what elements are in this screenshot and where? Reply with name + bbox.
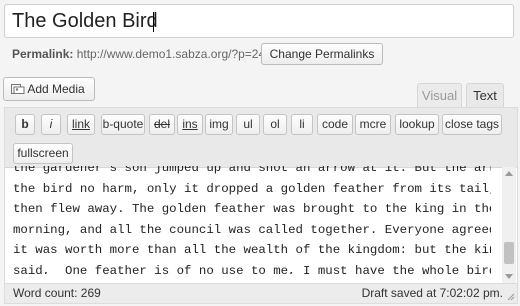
change-permalinks-button[interactable]: Change Permalinks [261, 43, 383, 65]
content-line: it was worth more than all the wealth of… [13, 243, 491, 257]
qt-close-tags-button[interactable]: close tags [442, 114, 502, 135]
add-media-label: Add Media [27, 82, 85, 96]
qt-img-button[interactable]: img [205, 114, 233, 135]
tab-text[interactable]: Text [466, 83, 504, 107]
content-line: the bird no harm, only it dropped a gold… [13, 181, 491, 196]
media-icon [11, 84, 25, 94]
qt-li-button[interactable]: li [291, 114, 313, 135]
content-line: then flew away. The golden feather was b… [13, 202, 491, 216]
resize-handle-icon[interactable] [507, 293, 515, 301]
qt-link-button[interactable]: link [67, 114, 95, 135]
post-title-field[interactable]: The Golden Bird [4, 4, 514, 38]
quicktags-toolbar: b i link b-quote del ins img ul ol li co… [5, 108, 517, 168]
qt-blockquote-button[interactable]: b-quote [101, 114, 145, 135]
editor-scrollbar[interactable] [502, 167, 516, 283]
tab-visual[interactable]: Visual [417, 83, 462, 107]
content-line: said, One feather is of no use to me, I … [13, 263, 491, 275]
scroll-up-arrow-icon[interactable] [505, 171, 513, 176]
post-content-textarea[interactable]: the gardener's son jumped up and shot an… [13, 166, 491, 274]
qt-more-button[interactable]: mcre [355, 114, 391, 135]
qt-fullscreen-button[interactable]: fullscreen [13, 143, 73, 164]
content-line: morning, and all the council was called … [13, 222, 491, 237]
qt-bold-button[interactable]: b [15, 114, 35, 135]
add-media-button[interactable]: Add Media [3, 77, 95, 101]
qt-ins-button[interactable]: ins [177, 114, 203, 135]
qt-italic-button[interactable]: i [41, 114, 61, 135]
qt-del-button[interactable]: del [149, 114, 175, 135]
qt-ul-button[interactable]: ul [236, 114, 260, 135]
editor-status-bar: Word count: 269 Draft saved at 7:02:02 p… [4, 284, 518, 304]
scroll-thumb[interactable] [504, 242, 514, 264]
draft-saved-status: Draft saved at 7:02:02 pm. [361, 286, 503, 300]
qt-code-button[interactable]: code [317, 114, 353, 135]
text-editor: b i link b-quote del ins img ul ol li co… [4, 107, 518, 284]
text-cursor [153, 12, 154, 32]
permalink-url[interactable]: http://www.demo1.sabza.org/?p=24 [77, 47, 265, 61]
word-count: Word count: 269 [13, 286, 101, 300]
post-title-text: The Golden Bird [12, 10, 158, 32]
qt-lookup-button[interactable]: lookup [395, 114, 439, 135]
qt-ol-button[interactable]: ol [263, 114, 287, 135]
permalink-row: Permalink: http://www.demo1.sabza.org/?p… [12, 47, 265, 61]
scroll-down-arrow-icon[interactable] [505, 274, 513, 279]
content-line: the gardener's son jumped up and shot an… [13, 166, 491, 175]
permalink-label: Permalink: [12, 47, 74, 61]
